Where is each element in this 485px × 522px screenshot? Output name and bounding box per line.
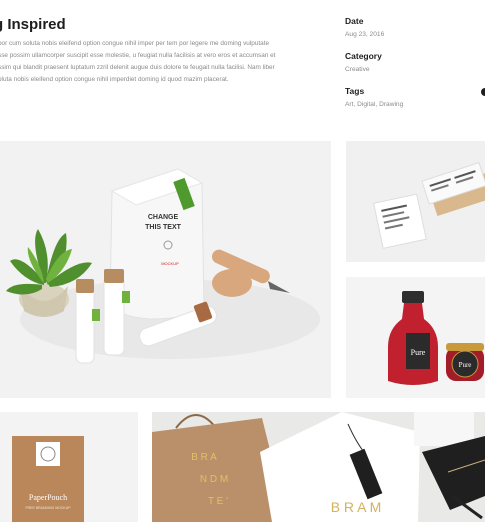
meta-date: Date Aug 23, 2016 <box>345 16 384 38</box>
paper-pouch-illustration: PaperPouch FREE BRANDING MOCKUP <box>12 436 84 522</box>
gallery-image-bag-tshirt[interactable]: B R A N D M T E ' B R A M <box>152 412 485 522</box>
meta-tags: Tags Art, Digital, Drawing <box>345 86 403 108</box>
bottle-jar-illustration: Pure Pure <box>388 291 484 385</box>
gallery-image-packaging[interactable]: CHANGE THIS TEXT MOCKUP <box>0 141 331 398</box>
pack-text-1: CHANGE <box>148 214 179 221</box>
business-cards-illustration <box>373 161 485 249</box>
pack-tag: MOCKUP <box>161 261 179 266</box>
description-line: sse possim ullamcorper suscipit esse mol… <box>0 52 276 59</box>
date-label: Date <box>345 16 364 26</box>
description-line: oluta nobis eleifend option congue nihil… <box>0 76 229 83</box>
description-line: ssim qui blandit praesent luptatum zzril… <box>0 64 275 71</box>
bag-text-2: N D M <box>200 474 228 485</box>
bottle-label: Pure <box>411 348 426 357</box>
share-icon[interactable] <box>481 88 485 96</box>
category-label: Category <box>345 51 382 61</box>
category-value: Creative <box>345 66 370 73</box>
shirt-text: B R A M <box>331 499 382 515</box>
project-title: g Inspired <box>0 16 66 33</box>
jar-label: Pure <box>459 361 472 369</box>
gallery-image-bottle-jar[interactable]: Pure Pure <box>346 277 485 398</box>
gallery-image-paper-pouch[interactable]: PaperPouch FREE BRANDING MOCKUP <box>0 412 138 522</box>
tags-value: Art, Digital, Drawing <box>345 101 404 108</box>
date-value: Aug 23, 2016 <box>345 31 385 38</box>
pouch-brand: PaperPouch <box>29 493 67 502</box>
tags-label: Tags <box>345 86 365 96</box>
gallery-image-business-cards[interactable] <box>346 141 485 262</box>
pack-text-2: THIS TEXT <box>145 224 182 231</box>
packaging-illustration: CHANGE THIS TEXT MOCKUP <box>6 168 320 364</box>
bag-text-1: B R A <box>191 452 217 463</box>
bag-text-3: T E ' <box>208 496 228 507</box>
description-line: oor cum soluta nobis eleifend option con… <box>0 40 270 47</box>
pouch-subtitle: FREE BRANDING MOCKUP <box>25 506 71 510</box>
project-description: oor cum soluta nobis eleifend option con… <box>0 38 298 86</box>
meta-category: Category Creative <box>345 51 382 73</box>
bag-tshirt-illustration: B R A N D M T E ' B R A M <box>152 412 485 522</box>
